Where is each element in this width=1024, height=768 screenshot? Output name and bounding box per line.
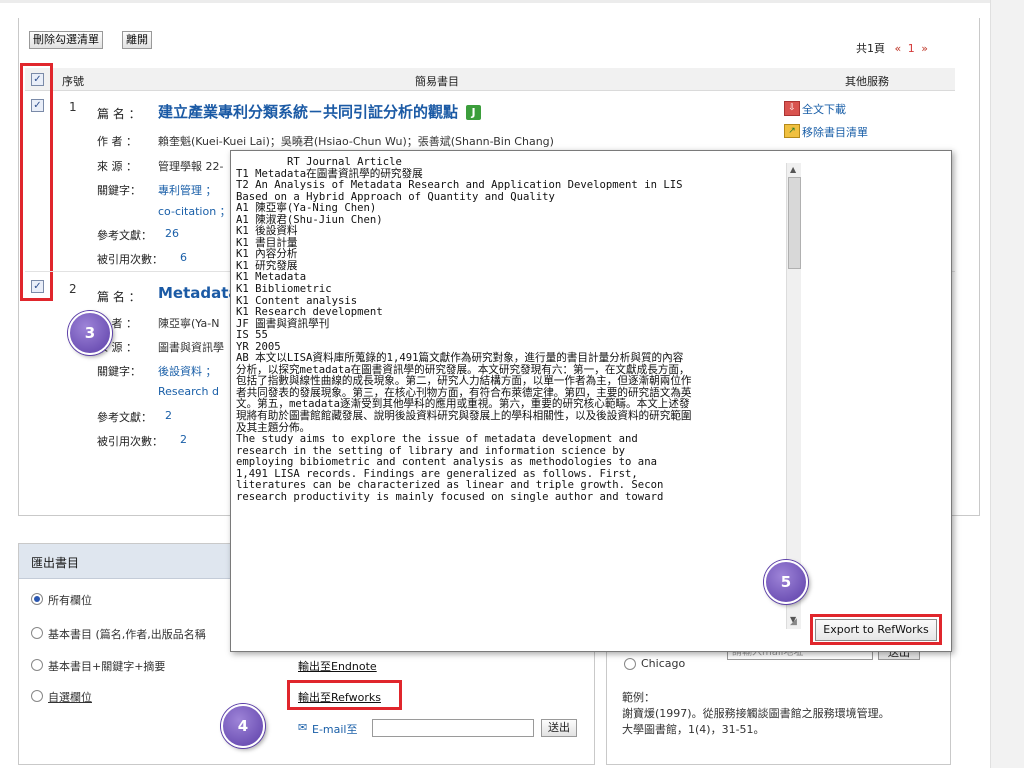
title-label: 篇 名 ： [97,290,141,304]
pager-prev[interactable]: « [895,42,902,55]
radio-chicago[interactable] [624,658,636,670]
export-button-highlight-box [810,614,942,645]
cited-label: 被引用次數： [97,435,163,448]
refs-count-link[interactable]: 2 [165,409,172,422]
email-send-button[interactable]: 送出 [541,719,577,737]
refworks-record-textarea[interactable]: RT Journal Article T1 Metadata在圖書資訊學的研究發… [236,157,784,631]
export-endnote-link[interactable]: 輸出至Endnote [298,658,377,674]
delete-selected-button[interactable]: 刪除勾選清單 [29,31,103,49]
pager-total: 共1頁 [856,42,885,55]
cited-label: 被引用次數： [97,253,163,266]
export-heading: 匯出書目 [31,556,80,570]
popup-scrollbar[interactable]: ▲ ▼ [786,163,801,629]
step-5-marker: 5 [764,560,808,604]
page-right-gutter [990,0,1024,768]
radio-basic-keyword[interactable] [31,659,43,671]
keyword-label: 關鍵字： [97,184,141,197]
record-authors: 陳亞寧(Ya-N [158,317,220,330]
refs-label: 參考文獻： [97,411,152,424]
email-label: E-mail至 [312,723,358,736]
example-label: 範例： [622,691,655,704]
radio-basic[interactable] [31,627,43,639]
checkbox-highlight-box [20,63,53,301]
cited-count-link[interactable]: 6 [180,251,187,264]
journal-badge-icon: J [466,105,482,120]
label-basic: 基本書目 (篇名,作者,出版品名稱 [48,628,206,641]
pager-current[interactable]: 1 [908,42,915,55]
email-input[interactable] [372,719,534,737]
scroll-up-icon[interactable]: ▲ [790,165,796,174]
radio-custom[interactable] [31,690,43,702]
record-title[interactable]: Metadata [158,284,239,302]
record-title-text[interactable]: 建立產業專利分類系統－共同引証分析的觀點 [158,103,458,121]
refs-count-link[interactable]: 26 [165,227,179,240]
table-header: 序號 簡易書目 其他服務 [25,68,955,91]
record-source: 管理學報 22- [158,160,224,173]
resize-grip-icon[interactable]: ◢ [790,617,800,627]
source-label: 來 源 ： [97,160,137,173]
keyword-link[interactable]: 後設資料 ； [158,363,217,379]
example-line-2: 大學圖書館，1(4)，31-51。 [622,723,765,736]
leave-button[interactable]: 離開 [122,31,152,49]
scroll-thumb[interactable] [788,177,801,269]
example-line-1: 謝寶煖(1997)。從服務接觸談圖書館之服務環境管理。 [622,707,890,720]
refworks-highlight-box [287,680,402,710]
fulltext-download-link[interactable]: 全文下載 [802,101,846,117]
header-services: 其他服務 [845,75,889,88]
author-label: 作 者 ： [97,135,137,148]
top-divider [0,0,990,3]
label-basic-keyword: 基本書目+關鍵字+摘要 [48,660,166,673]
header-biblio: 簡易書目 [415,75,459,88]
step-3-marker: 3 [68,311,112,355]
step-4-marker: 4 [221,704,265,748]
email-icon: ✉ [298,721,308,734]
record-authors: 賴奎魁(Kuei-Kuei Lai)；吳曉君(Hsiao-Chun Wu)；張善… [158,135,554,148]
record-source: 圖書與資訊學 [158,341,224,354]
label-all-fields: 所有欄位 [48,594,92,607]
keyword-link[interactable]: 專利管理 ； [158,182,217,198]
record-title[interactable]: 建立產業專利分類系統－共同引証分析的觀點 J [158,101,482,122]
keyword-link[interactable]: Research d [158,385,219,398]
title-label: 篇 名 ： [97,107,141,121]
record-number: 2 [69,282,77,296]
label-chicago: Chicago [641,657,686,670]
remove-from-list-link[interactable]: 移除書目清單 [802,124,868,140]
refworks-export-popup: RT Journal Article T1 Metadata在圖書資訊學的研究發… [230,150,952,652]
keyword-label: 關鍵字： [97,365,141,378]
cited-count-link[interactable]: 2 [180,433,187,446]
radio-all-fields[interactable] [31,593,43,605]
pager-next[interactable]: » [921,42,928,55]
pager: 共1頁 « 1 » [856,40,928,56]
download-icon: ⇩ [784,101,800,116]
record-number: 1 [69,100,77,114]
header-seq: 序號 [62,75,84,88]
keyword-link[interactable]: co-citation ； [158,203,231,219]
folder-icon: ↗ [784,124,800,138]
refs-label: 參考文獻： [97,229,152,242]
label-custom[interactable]: 自選欄位 [48,689,92,705]
